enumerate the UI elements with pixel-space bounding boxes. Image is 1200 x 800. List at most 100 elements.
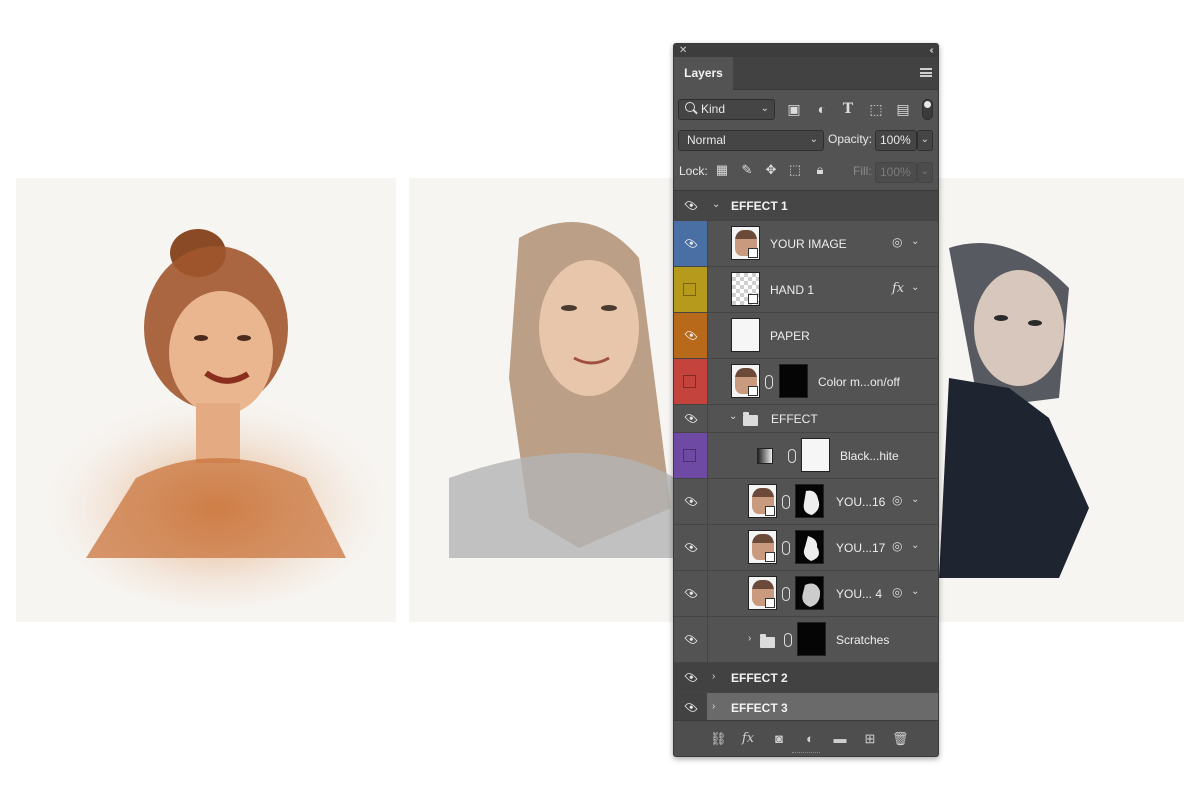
- eye-icon[interactable]: [684, 494, 698, 509]
- layer-row-effect-1[interactable]: ⌄ EFFECT 1: [674, 191, 938, 221]
- lock-paint-icon[interactable]: ✎: [739, 162, 755, 178]
- resize-grip[interactable]: [792, 752, 820, 755]
- fx-icon[interactable]: fx: [740, 731, 756, 747]
- adjustment-filter-icon[interactable]: ◐: [814, 101, 830, 117]
- tab-layers[interactable]: Layers: [674, 57, 733, 91]
- shape-filter-icon[interactable]: ⬚: [868, 101, 884, 117]
- link-icon[interactable]: [788, 449, 796, 463]
- link-layers-icon[interactable]: ⛓︎: [710, 731, 727, 747]
- smart-object-icon: [765, 506, 775, 516]
- opacity-dropdown[interactable]: ⌄: [917, 130, 933, 151]
- visibility-off-box[interactable]: [683, 449, 696, 462]
- layer-row-color-mode[interactable]: Color m...on/off: [674, 359, 938, 405]
- lock-artboard-icon[interactable]: ⬚: [787, 162, 803, 178]
- chevron-right-icon[interactable]: ›: [712, 671, 715, 682]
- artwork-preview-middle: [409, 178, 675, 622]
- chevron-down-icon[interactable]: ⌄: [712, 199, 720, 210]
- artwork-right-illustration: [939, 243, 1089, 578]
- eye-icon[interactable]: [684, 328, 698, 343]
- panel-tabbar: Layers: [674, 57, 938, 91]
- layer-row-effect-3[interactable]: › EFFECT 3: [674, 693, 938, 723]
- chevron-right-icon[interactable]: ›: [748, 633, 751, 644]
- chevron-down-icon[interactable]: ⌄: [911, 282, 919, 293]
- link-icon[interactable]: [765, 375, 773, 389]
- filter-toggle[interactable]: [922, 99, 933, 120]
- add-mask-icon[interactable]: ◙: [771, 731, 787, 747]
- folder-icon: [743, 412, 758, 426]
- visibility-off-box[interactable]: [683, 375, 696, 388]
- lock-all-icon[interactable]: 🔒︎: [812, 162, 828, 178]
- fill-label: Fill:: [853, 164, 872, 178]
- panel-titlebar[interactable]: ✕ ‹‹: [674, 44, 938, 57]
- close-icon[interactable]: ✕: [679, 44, 687, 57]
- smart-object-icon: [765, 552, 775, 562]
- layer-thumbnail: [748, 576, 777, 610]
- blend-mode-select[interactable]: Normal ⌄: [678, 130, 824, 151]
- eye-icon[interactable]: [684, 632, 698, 647]
- collapse-icon[interactable]: ‹‹: [929, 44, 933, 57]
- chevron-down-icon[interactable]: ⌄: [911, 586, 919, 597]
- new-layer-icon[interactable]: ⊞: [862, 731, 878, 747]
- layer-row-black-white[interactable]: Black...hite: [674, 433, 938, 479]
- layer-row-scratches[interactable]: › Scratches: [674, 617, 938, 663]
- filter-kind-label: Kind: [701, 102, 726, 116]
- layer-mask-thumbnail[interactable]: [779, 364, 808, 398]
- link-icon[interactable]: [782, 495, 790, 509]
- smart-object-filter-icon[interactable]: ▤: [895, 101, 911, 117]
- opacity-field[interactable]: 100%: [875, 130, 917, 151]
- image-filter-icon[interactable]: ▣: [786, 101, 802, 117]
- chevron-down-icon: ⌄: [760, 103, 769, 114]
- link-icon[interactable]: [782, 587, 790, 601]
- chevron-down-icon[interactable]: ⌄: [911, 494, 919, 505]
- chevron-down-icon[interactable]: ⌄: [911, 540, 919, 551]
- layer-name: EFFECT: [771, 412, 818, 426]
- eye-icon[interactable]: [684, 540, 698, 555]
- fill-dropdown[interactable]: ⌄: [917, 162, 933, 183]
- smart-object-icon: [748, 294, 758, 304]
- layer-row-effect-group[interactable]: ⌄ EFFECT: [674, 405, 938, 433]
- link-icon[interactable]: [782, 541, 790, 555]
- new-group-icon[interactable]: ▬: [832, 731, 848, 747]
- layer-mask-thumbnail[interactable]: [801, 438, 830, 472]
- stage: ✕ ‹‹ Layers Kind ⌄ ▣ ◐ T ⬚ ▤ Normal ⌄ Op…: [0, 0, 1200, 800]
- layer-row-hand-1[interactable]: HAND 1 fx ⌄: [674, 267, 938, 313]
- layer-name: PAPER: [770, 329, 810, 343]
- lock-transparent-icon[interactable]: ▦: [714, 162, 730, 178]
- lock-position-icon[interactable]: ✥: [763, 162, 779, 178]
- link-icon[interactable]: [784, 633, 792, 647]
- fill-field[interactable]: 100%: [875, 162, 917, 183]
- layer-row-effect-2[interactable]: › EFFECT 2: [674, 663, 938, 693]
- search-icon: [685, 102, 695, 112]
- panel-bottom-bar: ⛓︎ fx ◙ ◐ ▬ ⊞ 🗑︎: [674, 720, 938, 756]
- panel-menu-icon[interactable]: [920, 68, 932, 77]
- chevron-down-icon[interactable]: ⌄: [729, 411, 737, 422]
- layer-row-you-17[interactable]: YOU...17 ◎ ⌄: [674, 525, 938, 571]
- eye-icon[interactable]: [684, 236, 698, 251]
- eye-icon[interactable]: [684, 700, 698, 715]
- layer-name: EFFECT 3: [731, 701, 788, 715]
- chevron-right-icon[interactable]: ›: [712, 701, 715, 712]
- chevron-down-icon: ⌄: [809, 134, 818, 145]
- type-filter-icon[interactable]: T: [840, 101, 856, 117]
- layer-mask-thumbnail[interactable]: [795, 576, 824, 610]
- eye-icon[interactable]: [684, 198, 698, 213]
- eye-icon[interactable]: [684, 411, 698, 426]
- layer-mask-thumbnail[interactable]: [795, 484, 824, 518]
- eye-icon[interactable]: [684, 586, 698, 601]
- chevron-down-icon[interactable]: ⌄: [911, 236, 919, 247]
- adjustment-layer-icon[interactable]: ◐: [802, 731, 818, 747]
- layer-row-your-image[interactable]: YOUR IMAGE ◎ ⌄: [674, 221, 938, 267]
- layer-row-you-16[interactable]: YOU...16 ◎ ⌄: [674, 479, 938, 525]
- layer-mask-thumbnail[interactable]: [797, 622, 826, 656]
- layer-mask-thumbnail[interactable]: [795, 530, 824, 564]
- fx-icon[interactable]: fx: [892, 281, 904, 296]
- layer-row-you-4[interactable]: YOU... 4 ◎ ⌄: [674, 571, 938, 617]
- visibility-off-box[interactable]: [683, 283, 696, 296]
- eye-icon[interactable]: [684, 670, 698, 685]
- chevron-down-icon: ⌄: [920, 134, 929, 145]
- layer-name: Black...hite: [840, 449, 899, 463]
- layer-row-paper[interactable]: PAPER: [674, 313, 938, 359]
- delete-icon[interactable]: 🗑︎: [892, 731, 909, 747]
- filter-kind-select[interactable]: Kind ⌄: [678, 99, 775, 120]
- layer-thumbnail: [731, 318, 760, 352]
